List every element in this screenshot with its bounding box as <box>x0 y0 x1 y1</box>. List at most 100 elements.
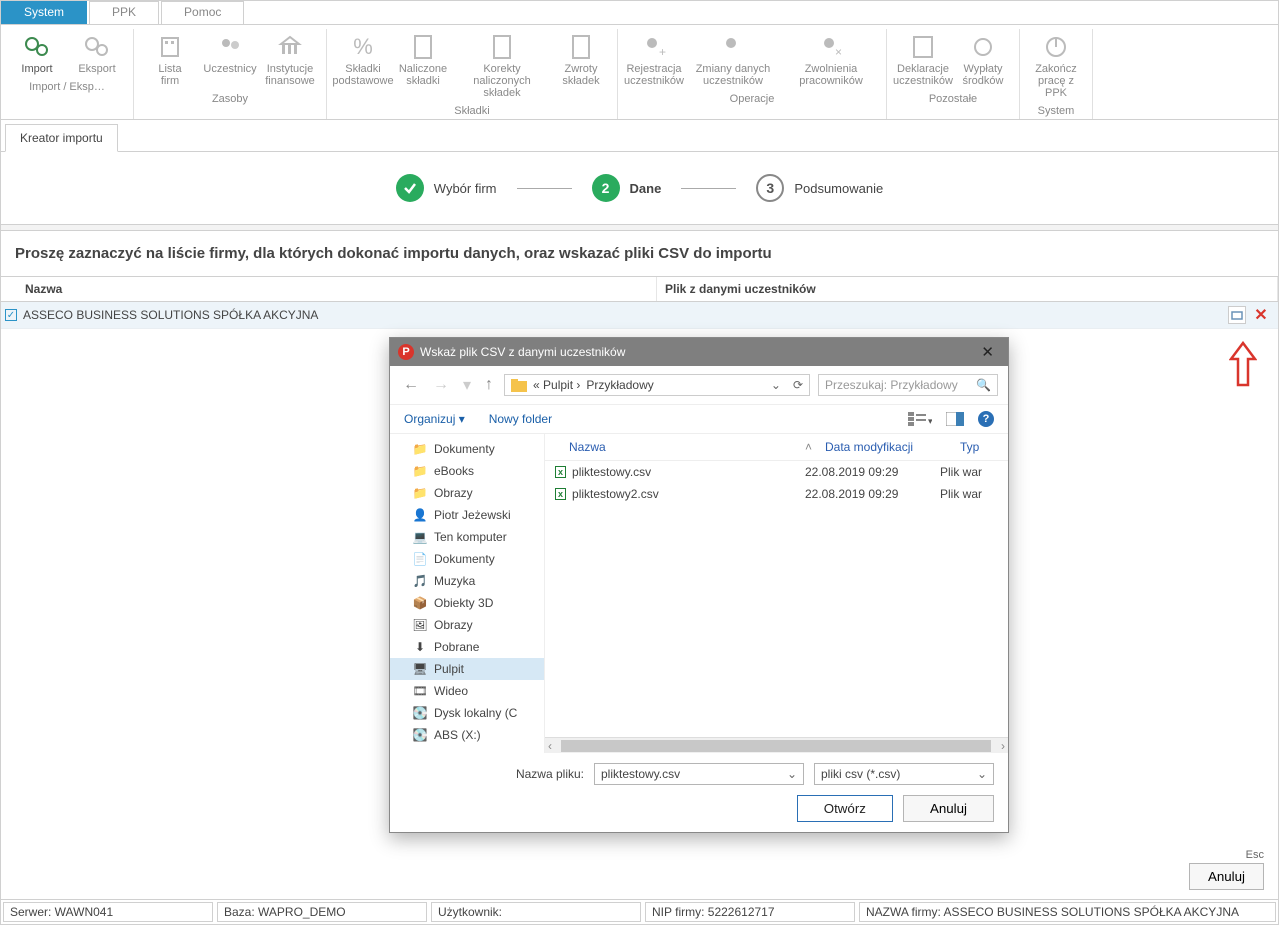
tree-item-ten_komputer[interactable]: 💻Ten komputer <box>390 526 544 548</box>
rl-zm: Zmiany danych uczestników <box>696 63 771 87</box>
tab-pomoc[interactable]: Pomoc <box>161 1 244 24</box>
grid-row[interactable]: ✓ ASSECO BUSINESS SOLUTIONS SPÓŁKA AKCYJ… <box>1 302 1278 329</box>
dialog-titlebar: P Wskaż plik CSV z danymi uczestników ✕ <box>390 338 1008 366</box>
row-checkbox[interactable]: ✓ <box>5 309 17 321</box>
address-bar[interactable]: « Pulpit › Przykładowy ⌄ ⟳ <box>504 374 810 396</box>
clear-file-button[interactable]: ✕ <box>1252 306 1270 324</box>
ribbon-group-skladki: %Składki podstawowe Naliczone składki Ko… <box>327 29 618 119</box>
dialog-close-button[interactable]: ✕ <box>975 343 1000 361</box>
horizontal-scrollbar[interactable]: ‹ › <box>545 737 1008 753</box>
file-row[interactable]: xpliktestowy.csv22.08.2019 09:29Plik war <box>545 461 1008 483</box>
nav-up-icon[interactable]: ↑ <box>482 376 496 394</box>
status-nip: NIP firmy: 5222612717 <box>645 902 855 922</box>
tree-item-pulpit[interactable]: 🖥Pulpit <box>390 658 544 680</box>
tree-item-obiekty3d[interactable]: 📦Obiekty 3D <box>390 592 544 614</box>
folder-tree[interactable]: 📁Dokumenty📁eBooks📁Obrazy👤Piotr Jeżewski💻… <box>390 434 545 753</box>
folder-icon: 💽 <box>412 728 428 742</box>
help-icon[interactable]: ? <box>978 411 994 427</box>
folder-icon <box>511 379 527 392</box>
dialog-cancel-button[interactable]: Anuluj <box>903 795 994 822</box>
ribbon-skladki-podst[interactable]: %Składki podstawowe <box>333 29 393 103</box>
tree-item-abs_x[interactable]: 💽ABS (X:) <box>390 724 544 746</box>
col-plik[interactable]: Plik z danymi uczestników <box>657 277 1278 301</box>
folder-icon: 📁 <box>412 464 428 478</box>
folder-icon: 🎵 <box>412 574 428 588</box>
col-header-date[interactable]: Data modyfikacji <box>825 440 960 454</box>
preview-pane-icon[interactable] <box>946 412 964 426</box>
ribbon-group-pozostale: Deklaracje uczestników Wypłaty środków P… <box>887 29 1020 119</box>
ribbon-wyplaty[interactable]: Wypłaty środków <box>953 29 1013 91</box>
file-dialog: P Wskaż plik CSV z danymi uczestników ✕ … <box>389 337 1009 833</box>
ribbon-zwroty[interactable]: Zwroty składek <box>551 29 611 103</box>
ribbon-deklaracje[interactable]: Deklaracje uczestników <box>893 29 953 91</box>
chevron-down-icon[interactable]: ⌄ <box>771 378 781 392</box>
tab-ppk[interactable]: PPK <box>89 1 159 24</box>
search-input[interactable]: Przeszukaj: Przykładowy 🔍 <box>818 374 998 396</box>
file-row[interactable]: xpliktestowy2.csv22.08.2019 09:29Plik wa… <box>545 483 1008 505</box>
tree-item-muzyka[interactable]: 🎵Muzyka <box>390 570 544 592</box>
ribbon-instytucje[interactable]: Instytucje finansowe <box>260 29 320 91</box>
file-list-header: Nazwa ˄ Data modyfikacji Typ <box>545 434 1008 461</box>
open-button[interactable]: Otwórz <box>797 795 893 822</box>
folder-icon: 🖼 <box>412 618 428 632</box>
content-tabs: Kreator importu <box>1 124 1278 152</box>
ribbon-group-import-eksport: Import Eksport Import / Eksp… <box>1 29 134 119</box>
step-2-label: Dane <box>630 181 662 196</box>
cancel-button[interactable]: Anuluj <box>1189 863 1264 890</box>
rgl-skladki: Składki <box>454 105 489 117</box>
organize-menu[interactable]: Organizuj ▾ <box>404 412 465 426</box>
ribbon-eksport-label: Eksport <box>78 63 115 75</box>
document-edit-icon <box>486 33 518 61</box>
tab-system[interactable]: System <box>1 1 87 24</box>
rgl-zasoby: Zasoby <box>212 93 248 105</box>
rl-lf: Lista firm <box>158 63 181 87</box>
ribbon-rejestracja[interactable]: +Rejestracja uczestników <box>624 29 684 91</box>
tree-item-dokumenty2[interactable]: 📄Dokumenty <box>390 548 544 570</box>
tree-item-obrazy2[interactable]: 🖼Obrazy <box>390 614 544 636</box>
ribbon-import-label: Import <box>21 63 52 75</box>
rl-zwr: Zwroty składek <box>562 63 599 87</box>
new-folder-button[interactable]: Nowy folder <box>489 412 552 426</box>
tree-item-dokumenty[interactable]: 📁Dokumenty <box>390 438 544 460</box>
browse-file-button[interactable] <box>1228 306 1246 324</box>
status-bar: Serwer: WAWN041 Baza: WAPRO_DEMO Użytkow… <box>1 899 1278 924</box>
ribbon: Import Eksport Import / Eksp… Lista firm… <box>1 25 1278 120</box>
filetype-filter[interactable]: pliki csv (*.csv)⌄ <box>814 763 994 785</box>
step-3-label: Podsumowanie <box>794 181 883 196</box>
view-options-icon[interactable]: ▾ <box>908 411 932 427</box>
ribbon-group-label-ie: Import / Eksp… <box>29 81 105 93</box>
ribbon-naliczone[interactable]: Naliczone składki <box>393 29 453 103</box>
sort-indicator-icon: ˄ <box>805 440 825 454</box>
refresh-icon[interactable]: ⟳ <box>793 378 803 392</box>
rl-wyp: Wypłaty środków <box>963 63 1004 87</box>
row-company-name: ASSECO BUSINESS SOLUTIONS SPÓŁKA AKCYJNA <box>23 308 318 322</box>
nav-forward-icon[interactable]: → <box>430 376 452 394</box>
col-nazwa[interactable]: Nazwa <box>17 277 657 301</box>
ribbon-zwolnienia[interactable]: ×Zwolnienia pracowników <box>782 29 880 91</box>
col-header-type[interactable]: Typ <box>960 440 979 454</box>
tree-item-piotr[interactable]: 👤Piotr Jeżewski <box>390 504 544 526</box>
tree-item-obrazy[interactable]: 📁Obrazy <box>390 482 544 504</box>
tree-item-dysk_c[interactable]: 💽Dysk lokalny (C <box>390 702 544 724</box>
ribbon-zakoncz[interactable]: Zakończ pracę z PPK <box>1026 29 1086 103</box>
nav-recent-icon[interactable]: ▾ <box>460 375 474 395</box>
ribbon-lista-firm[interactable]: Lista firm <box>140 29 200 91</box>
tree-item-ebooks[interactable]: 📁eBooks <box>390 460 544 482</box>
tree-item-pobrane[interactable]: ⬇Pobrane <box>390 636 544 658</box>
tree-item-wideo[interactable]: 🎞Wideo <box>390 680 544 702</box>
filename-input[interactable]: pliktestowy.csv⌄ <box>594 763 804 785</box>
rl-ucz: Uczestnicy <box>203 63 256 75</box>
breadcrumb-prefix: « Pulpit › <box>533 378 580 392</box>
ribbon-zmiany[interactable]: Zmiany danych uczestników <box>684 29 782 91</box>
step-divider <box>517 188 572 189</box>
tab-kreator-importu[interactable]: Kreator importu <box>5 124 118 152</box>
dialog-footer: Nazwa pliku: pliktestowy.csv⌄ pliki csv … <box>390 753 1008 832</box>
ribbon-eksport[interactable]: Eksport <box>67 29 127 79</box>
breadcrumb-current: Przykładowy <box>586 378 653 392</box>
nav-back-icon[interactable]: ← <box>400 376 422 394</box>
bank-icon <box>274 33 306 61</box>
ribbon-import[interactable]: Import <box>7 29 67 79</box>
ribbon-korekty[interactable]: Korekty naliczonych składek <box>453 29 551 103</box>
ribbon-uczestnicy[interactable]: Uczestnicy <box>200 29 260 91</box>
col-header-name[interactable]: Nazwa <box>555 440 805 454</box>
